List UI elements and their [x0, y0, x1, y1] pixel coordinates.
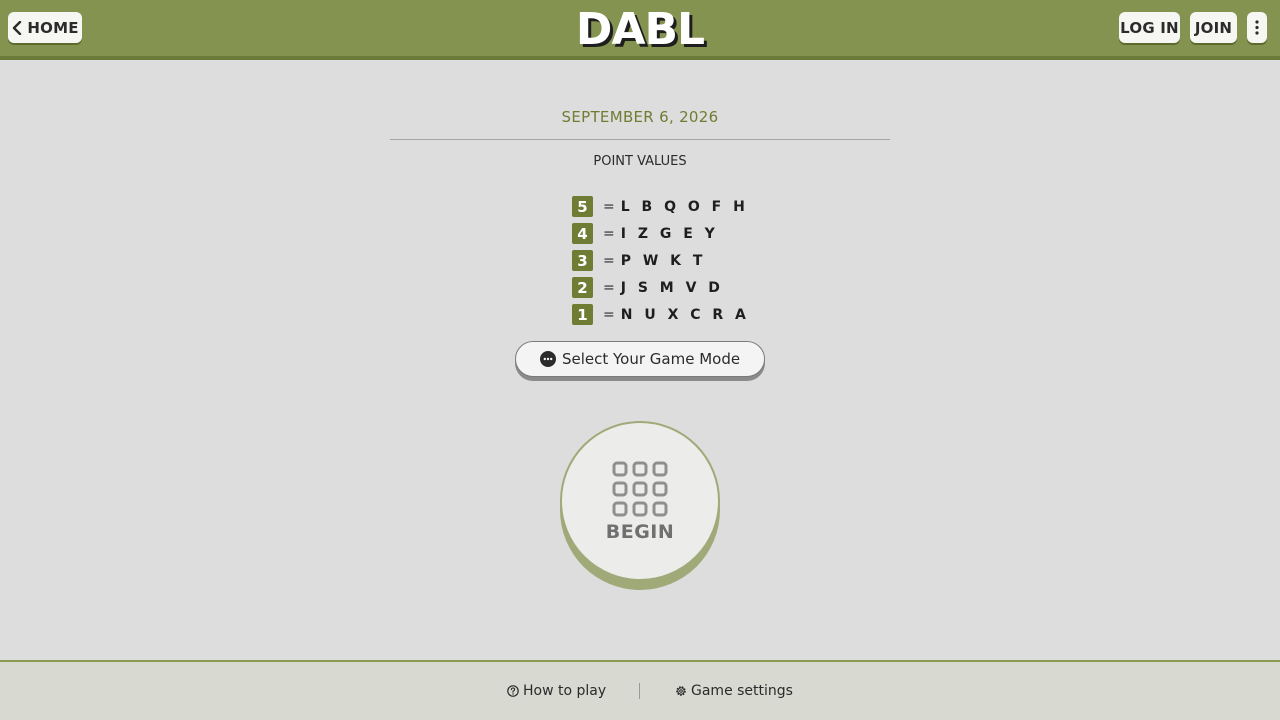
how-to-play-link[interactable]: How to play: [507, 682, 606, 700]
footer-separator: [639, 683, 640, 699]
question-circle-icon: [507, 685, 519, 697]
point-value-row: 1 = N U X C R A: [572, 301, 749, 328]
divider: [390, 139, 890, 140]
how-to-play-label: How to play: [523, 683, 607, 699]
point-value-row: 5 = L B Q O F H: [572, 193, 749, 220]
letters: N U X C R A: [620, 306, 750, 323]
point-value-row: 2 = J S M V D: [572, 274, 749, 301]
more-horizontal-circle-icon: [539, 351, 556, 367]
point-value-row: 3 = P W K T: [572, 247, 749, 274]
point-badge: 2: [572, 277, 593, 298]
point-value-row: 4 = I Z G E Y: [572, 220, 749, 247]
more-menu-button[interactable]: [1247, 12, 1267, 43]
puzzle-date: SEPTEMBER 6, 2026: [561, 108, 719, 126]
footer-bar: [0, 660, 1280, 720]
select-game-mode-button[interactable]: Select Your Game Mode: [515, 341, 765, 377]
join-button[interactable]: JOIN: [1190, 12, 1237, 43]
vertical-dots-icon: [1255, 20, 1259, 35]
letters: P W K T: [620, 252, 706, 269]
letters: I Z G E Y: [620, 225, 719, 242]
point-badge: 4: [572, 223, 593, 244]
game-settings-label: Game settings: [691, 683, 793, 699]
equals-sign: =: [603, 225, 615, 242]
point-values-list: 5 = L B Q O F H 4 = I Z G E Y 3 = P W K …: [572, 193, 749, 328]
equals-sign: =: [603, 306, 615, 323]
login-button[interactable]: LOG IN: [1119, 12, 1180, 43]
letters: J S M V D: [620, 279, 724, 296]
point-values-title: POINT VALUES: [593, 154, 687, 169]
gear-icon: [676, 686, 686, 696]
point-badge: 5: [572, 196, 593, 217]
point-badge: 3: [572, 250, 593, 271]
begin-label: BEGIN: [605, 521, 675, 543]
mode-button-label: Select Your Game Mode: [561, 350, 741, 368]
grid-icon: [612, 461, 668, 517]
equals-sign: =: [603, 279, 615, 296]
equals-sign: =: [603, 252, 615, 269]
equals-sign: =: [603, 198, 615, 215]
point-badge: 1: [572, 304, 593, 325]
letters: L B Q O F H: [620, 198, 749, 215]
game-settings-link[interactable]: Game settings: [675, 682, 793, 700]
dabl-logo: DABL: [575, 4, 705, 55]
